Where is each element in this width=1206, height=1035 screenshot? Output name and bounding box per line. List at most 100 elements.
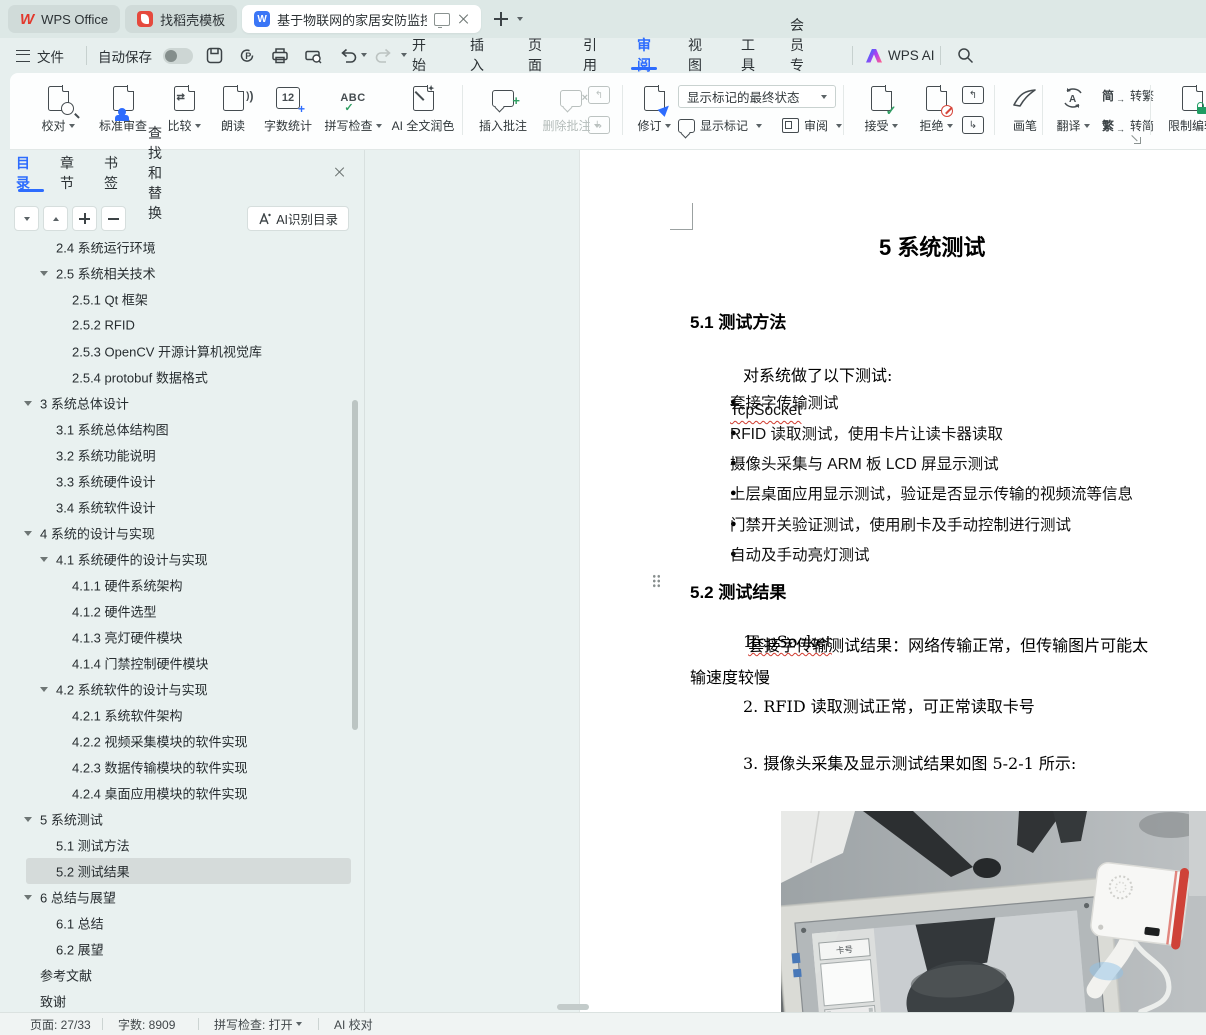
menu-tab[interactable]: 视图 xyxy=(688,38,702,71)
toolbar-collapse-icon[interactable] xyxy=(401,53,407,57)
menu-tab[interactable]: 页面 xyxy=(528,38,542,71)
to-simplified-button[interactable]: 繁→ 转简 xyxy=(1102,117,1154,134)
close-sidebar-icon[interactable] xyxy=(334,166,346,178)
toc-item[interactable]: 4.2 系统软件的设计与实现 xyxy=(0,676,365,702)
horizontal-scrollbar-thumb[interactable] xyxy=(557,1004,589,1010)
print-preview-icon[interactable] xyxy=(301,44,325,67)
toc-item[interactable]: 5.2 测试结果 xyxy=(0,858,365,884)
toc-item[interactable]: 5 系统测试 xyxy=(0,806,365,832)
toc-item[interactable]: 2.4 系统运行环境 xyxy=(0,242,365,260)
sidebar-tab[interactable]: 查找和替换 xyxy=(148,158,162,188)
toc-item[interactable]: 3.2 系统功能说明 xyxy=(0,442,365,468)
menu-tab[interactable]: 工具 xyxy=(741,38,755,71)
sidebar-tab[interactable]: 目录 xyxy=(16,158,30,188)
sidebar-scrollbar[interactable] xyxy=(352,400,358,730)
standard-review-button[interactable]: 标准审查 xyxy=(90,82,156,144)
tab-wps-office[interactable]: W WPS Office xyxy=(8,5,120,33)
toc-item[interactable]: 4.1 系统硬件的设计与实现 xyxy=(0,546,365,572)
close-tab-icon[interactable] xyxy=(457,13,469,25)
document-page[interactable]: 5 系统测试 5.1 测试方法 对系统做了以下测试: ● TcpSocket 套… xyxy=(580,150,1206,1012)
toc-item[interactable]: 4.1.2 硬件选型 xyxy=(0,598,365,624)
toc-item[interactable]: 4.2.2 视频采集模块的软件实现 xyxy=(0,728,365,754)
toc-item[interactable]: 2.5.2 RFID xyxy=(0,312,365,338)
screen-read-mode-icon[interactable] xyxy=(434,13,450,26)
undo-dropdown-icon[interactable] xyxy=(361,53,367,57)
paragraph-drag-handle-icon[interactable] xyxy=(652,574,661,588)
collapse-all-button[interactable] xyxy=(43,206,68,231)
toc-item[interactable]: 4.2.3 数据传输模块的软件实现 xyxy=(0,754,365,780)
save-icon[interactable] xyxy=(202,44,226,67)
toc-item[interactable]: 4.1.3 亮灯硬件模块 xyxy=(0,624,365,650)
menu-tab[interactable]: 审阅 xyxy=(637,38,651,71)
markup-state-select[interactable]: 显示标记的最终状态 xyxy=(678,85,836,108)
menu-tab[interactable]: 引用 xyxy=(583,38,597,71)
collapse-arrow-icon[interactable] xyxy=(40,687,48,692)
zoom-out-toc-button[interactable] xyxy=(101,206,126,231)
toc-item[interactable]: 参考文献 xyxy=(0,962,365,988)
review-pane-button[interactable]: 审阅 xyxy=(782,117,842,134)
word-count-indicator[interactable]: 字数: 8909 xyxy=(118,1013,175,1035)
collapse-arrow-icon[interactable] xyxy=(40,271,48,276)
toc-item[interactable]: 6.1 总结 xyxy=(0,910,365,936)
collapse-arrow-icon[interactable] xyxy=(24,895,32,900)
ai-proofread-button[interactable]: AI 校对 xyxy=(334,1013,373,1035)
spell-check-status[interactable]: 拼写检查: 打开 xyxy=(214,1013,302,1035)
toc-item[interactable]: 2.5.1 Qt 框架 xyxy=(0,286,365,312)
toc-item[interactable]: 4.2.4 桌面应用模块的软件实现 xyxy=(0,780,365,806)
toc-item[interactable]: 2.5 系统相关技术 xyxy=(0,260,365,286)
toc-item[interactable]: 4.1.1 硬件系统架构 xyxy=(0,572,365,598)
zoom-in-toc-button[interactable] xyxy=(72,206,97,231)
print-icon[interactable] xyxy=(268,44,292,67)
collapse-arrow-icon[interactable] xyxy=(24,401,32,406)
collapse-arrow-icon[interactable] xyxy=(24,531,32,536)
show-markup-button[interactable]: 显示标记 xyxy=(678,117,762,134)
next-change-icon[interactable]: ↳ xyxy=(962,116,984,134)
file-menu-button[interactable]: 文件 xyxy=(16,38,64,73)
ai-polish-button[interactable]: ✦ AI 全文润色 xyxy=(388,82,458,144)
toc-item[interactable]: 4.1.4 门禁控制硬件模块 xyxy=(0,650,365,676)
new-tab-button[interactable] xyxy=(494,12,508,26)
toc-item[interactable]: 5.1 测试方法 xyxy=(0,832,365,858)
track-changes-button[interactable]: 修订 xyxy=(630,82,678,144)
toc-item[interactable]: 致谢 xyxy=(0,988,365,1012)
autosave-toggle[interactable] xyxy=(163,38,193,73)
to-traditional-button[interactable]: 简→ 转繁 xyxy=(1102,87,1154,104)
toc-item[interactable]: 3 系统总体设计 xyxy=(0,390,365,416)
toc-item[interactable]: 4 系统的设计与实现 xyxy=(0,520,365,546)
export-pdf-icon[interactable]: P xyxy=(235,44,259,67)
menu-tab[interactable]: 插入 xyxy=(470,38,484,71)
spell-check-button[interactable]: ABC✓ 拼写检查 xyxy=(322,82,384,144)
menu-tab[interactable]: 开始 xyxy=(412,38,426,71)
insert-comment-button[interactable]: + 插入批注 xyxy=(472,82,534,144)
translate-button[interactable]: A 翻译 xyxy=(1048,82,1098,144)
toc-item[interactable]: 3.1 系统总体结构图 xyxy=(0,416,365,442)
toc-item[interactable]: 6 总结与展望 xyxy=(0,884,365,910)
search-icon[interactable] xyxy=(953,44,977,67)
tab-current-document[interactable]: W 基于物联网的家居安防监控系 xyxy=(242,5,481,33)
toc-item[interactable]: 6.2 展望 xyxy=(0,936,365,962)
word-count-button[interactable]: 12+ 字数统计 xyxy=(258,82,318,144)
sidebar-tab[interactable]: 章节 xyxy=(60,158,74,188)
toc-item[interactable]: 2.5.4 protobuf 数据格式 xyxy=(0,364,365,390)
page-indicator[interactable]: 页面: 27/33 xyxy=(30,1013,91,1035)
tab-docer-templates[interactable]: 找稻壳模板 xyxy=(125,5,237,33)
toc-item[interactable]: 2.5.3 OpenCV 开源计算机视觉库 xyxy=(0,338,365,364)
expand-all-button[interactable] xyxy=(14,206,39,231)
read-aloud-button[interactable]: )) 朗读 xyxy=(210,82,256,144)
group-expand-icon[interactable] xyxy=(1132,135,1141,144)
sidebar-tab[interactable]: 书签 xyxy=(104,158,118,188)
wps-ai-button[interactable]: WPS AI xyxy=(866,38,935,73)
compare-button[interactable]: ⇄ 比较 xyxy=(160,82,208,144)
menu-tab[interactable]: 会员专享 xyxy=(790,38,804,71)
collapse-arrow-icon[interactable] xyxy=(24,817,32,822)
collapse-arrow-icon[interactable] xyxy=(40,557,48,562)
tab-list-dropdown-icon[interactable] xyxy=(517,17,523,21)
toc-item[interactable]: 3.3 系统硬件设计 xyxy=(0,468,365,494)
reject-button[interactable]: 拒绝 xyxy=(910,82,962,144)
restrict-edit-button[interactable]: 限制编辑 xyxy=(1162,82,1206,144)
previous-change-icon[interactable]: ↰ xyxy=(962,86,984,104)
proofread-button[interactable]: 校对 xyxy=(32,82,84,144)
ai-recognize-toc-button[interactable]: AI识别目录 xyxy=(247,206,349,231)
undo-icon[interactable] xyxy=(336,44,360,67)
accept-button[interactable]: ✓ 接受 xyxy=(855,82,907,144)
